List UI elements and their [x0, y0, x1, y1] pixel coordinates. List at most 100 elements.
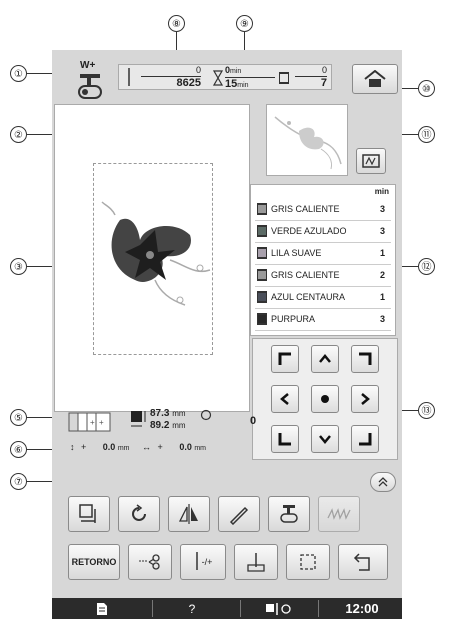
move-down-button[interactable]	[311, 425, 339, 453]
callout-5: ⑤	[10, 409, 27, 426]
presser-foot-button[interactable]: W+	[72, 60, 108, 102]
callout-9: ⑨	[236, 15, 253, 32]
thread-name: PURPURA	[271, 314, 316, 324]
thread-minutes: 3	[379, 204, 385, 214]
needle-status-icon	[266, 602, 291, 615]
pattern-height-value: 89.2	[150, 420, 170, 431]
move-right-button[interactable]	[351, 385, 379, 413]
return-arrow-icon	[353, 553, 370, 571]
move-left-button[interactable]	[271, 385, 299, 413]
time-unit-top: min	[230, 68, 242, 75]
status-footer: ? 12:00	[52, 598, 402, 619]
stitch-button[interactable]	[318, 496, 360, 532]
rotate-icon	[132, 504, 146, 521]
chevron-up-icon	[319, 354, 331, 363]
needle-forward-back-button[interactable]: -/+	[180, 544, 226, 580]
vertical-sign: +	[81, 442, 87, 452]
return-button[interactable]	[338, 544, 388, 580]
needle-small-icon	[195, 552, 198, 570]
callout-3: ③	[10, 258, 27, 275]
vertical-arrow-icon: ↕	[70, 442, 75, 452]
thread-row: AZUL CENTAURA 1	[251, 287, 393, 307]
rotate-button[interactable]	[118, 496, 160, 532]
pattern-preview	[266, 104, 348, 176]
preview-button[interactable]	[356, 148, 386, 174]
collapse-toolbar-button[interactable]	[370, 472, 396, 492]
arrow-pad	[252, 338, 398, 460]
callout-13: ⑬	[418, 402, 435, 419]
bottom-toolbar: RETORNO -/+	[60, 544, 400, 584]
mirror-button[interactable]	[168, 496, 210, 532]
edit-toolbar	[60, 496, 400, 536]
home-button[interactable]	[352, 64, 398, 94]
callout-11: ⑪	[418, 126, 435, 143]
preview-icon	[362, 154, 380, 168]
time-count: 0min 15min	[225, 65, 275, 92]
corner-up-right-icon	[359, 352, 372, 365]
color-current: 0	[321, 65, 327, 75]
thread-minutes: 3	[379, 226, 385, 236]
chevron-left-icon	[280, 393, 289, 405]
move-up-left-button[interactable]	[271, 345, 299, 373]
retorno-button[interactable]: RETORNO	[68, 544, 120, 580]
start-point-button[interactable]	[286, 544, 330, 580]
pattern-width: 87.3 mm	[150, 408, 186, 419]
stitch-count: 0 8625	[141, 65, 201, 89]
time-unit-bottom: min	[237, 82, 249, 89]
horizontal-offset-unit: mm	[194, 445, 207, 452]
pattern-size-icon	[131, 411, 146, 427]
move-center-button[interactable]	[311, 385, 339, 413]
rotation-value: 0	[250, 415, 257, 427]
thread-row: GRIS CALIENTE 2	[251, 265, 393, 285]
horizontal-arrow-icon: ↔	[142, 442, 152, 452]
scissors-icon	[139, 554, 160, 570]
chevron-right-icon	[361, 393, 370, 405]
clock: 12:00	[345, 601, 379, 616]
thread-minutes: 1	[379, 292, 385, 302]
thread-row: GRIS CALIENTE 3	[251, 199, 393, 219]
settings-button[interactable]	[248, 598, 308, 619]
presser-height-button[interactable]	[268, 496, 310, 532]
density-button[interactable]	[218, 496, 260, 532]
thread-minutes: 2	[379, 270, 385, 280]
thread-name: GRIS CALIENTE	[271, 204, 340, 214]
frame-size-icon: + +	[68, 412, 111, 432]
resize-icon	[79, 504, 96, 523]
corner-up-left-icon	[278, 352, 291, 365]
sewing-status-bar: 0 8625 0min 15min 0 7	[118, 64, 332, 90]
size-button[interactable]	[68, 496, 110, 532]
move-up-button[interactable]	[311, 345, 339, 373]
move-down-right-button[interactable]	[351, 425, 379, 453]
preview-pattern	[274, 116, 342, 170]
home-icon	[364, 70, 386, 87]
embroidery-area[interactable]	[54, 104, 250, 412]
move-up-right-button[interactable]	[351, 345, 379, 373]
needle-forward-back-label: -/+	[201, 557, 213, 567]
help-button[interactable]: ?	[162, 598, 222, 619]
color-count: 0 7	[295, 65, 327, 89]
manual-button[interactable]	[82, 598, 122, 619]
thread-name: LILA SUAVE	[271, 248, 322, 258]
dashed-frame-icon	[300, 554, 316, 570]
mirror-icon	[178, 504, 198, 524]
hourglass-icon	[213, 70, 223, 86]
pattern-height: 89.2 mm	[150, 420, 186, 431]
center-dot-icon	[321, 395, 329, 403]
presser-foot-icon	[78, 74, 102, 99]
pattern-width-unit: mm	[172, 409, 186, 418]
callout-10: ⑩	[418, 80, 435, 97]
trial-icon	[247, 553, 265, 572]
callout-1: ①	[10, 65, 27, 82]
callout-7: ⑦	[10, 473, 27, 490]
pattern-info: + + 87.3 mm 89.2 mm 0 ↕ + 0.0 mm ↔ + 0.0…	[54, 408, 257, 464]
pattern-height-unit: mm	[172, 421, 186, 430]
document-icon	[97, 602, 107, 615]
svg-text:+: +	[90, 418, 95, 427]
thread-minutes: 1	[379, 248, 385, 258]
trial-button[interactable]	[234, 544, 278, 580]
callout-8: ⑧	[168, 15, 185, 32]
thread-list-header: min	[374, 187, 389, 196]
thread-cutter-button[interactable]	[128, 544, 172, 580]
thread-spool-icon	[257, 247, 267, 259]
move-down-left-button[interactable]	[271, 425, 299, 453]
